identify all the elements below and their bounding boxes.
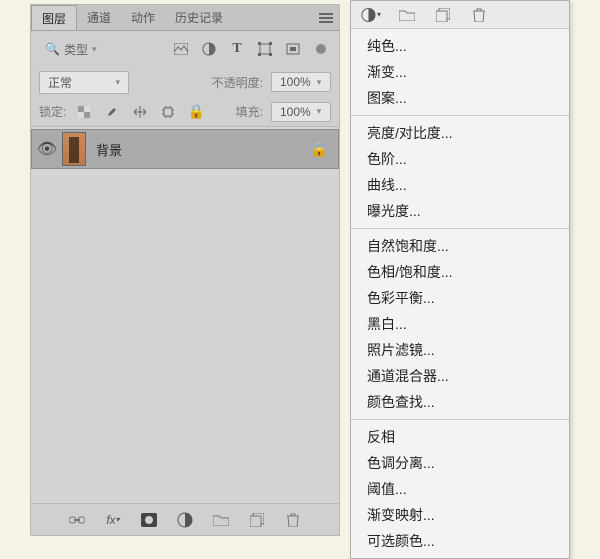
tab-layers[interactable]: 图层 (31, 5, 77, 30)
filter-adjust-icon[interactable] (199, 39, 219, 59)
visibility-toggle[interactable]: 👁 (32, 139, 62, 159)
lock-paint-icon[interactable] (102, 102, 122, 122)
lock-icon: 🔒 (311, 141, 328, 158)
menu-item-gradient[interactable]: 渐变... (351, 59, 569, 85)
filter-shape-icon[interactable] (255, 39, 275, 59)
search-icon: 🔍 (45, 42, 60, 56)
chevron-down-icon: ▾ (317, 77, 322, 88)
new-group-icon[interactable] (397, 5, 417, 25)
new-layer-button[interactable] (246, 510, 268, 530)
filter-type-icon[interactable]: T (227, 39, 247, 59)
tab-channels[interactable]: 通道 (77, 5, 121, 30)
blend-row: 正常 ▾ 不透明度: 100% ▾ (31, 67, 339, 97)
adjustment-icon[interactable]: ▾ (361, 5, 381, 25)
panel-tabs: 图层 通道 动作 历史记录 (31, 5, 339, 31)
chevron-down-icon: ▾ (317, 106, 322, 117)
menu-section: 自然饱和度... 色相/饱和度... 色彩平衡... 黑白... 照片滤镜...… (351, 229, 569, 420)
add-mask-button[interactable] (138, 510, 160, 530)
menu-item-pattern[interactable]: 图案... (351, 85, 569, 111)
menu-item-channel-mixer[interactable]: 通道混合器... (351, 363, 569, 389)
new-group-button[interactable] (210, 510, 232, 530)
menu-section: 纯色... 渐变... 图案... (351, 29, 569, 116)
opacity-input[interactable]: 100% ▾ (271, 72, 331, 92)
lock-row: 锁定: 🔒 填充: 100% ▾ (31, 97, 339, 127)
tab-history[interactable]: 历史记录 (165, 5, 233, 30)
layers-panel: 图层 通道 动作 历史记录 🔍 类型 ▾ T 正常 ▾ 不透明度: 100% (30, 4, 340, 536)
menu-item-levels[interactable]: 色阶... (351, 146, 569, 172)
add-adjustment-button[interactable] (174, 510, 196, 530)
panel-menu-button[interactable] (313, 5, 339, 30)
menu-item-color-balance[interactable]: 色彩平衡... (351, 285, 569, 311)
fill-label: 填充: (236, 103, 263, 120)
new-layer-icon[interactable] (433, 5, 453, 25)
menu-item-gradient-map[interactable]: 渐变映射... (351, 502, 569, 528)
layer-row[interactable]: 👁 背景 🔒 (31, 129, 339, 169)
menu-section: 亮度/对比度... 色阶... 曲线... 曝光度... (351, 116, 569, 229)
fill-input[interactable]: 100% ▾ (271, 102, 331, 122)
menu-item-vibrance[interactable]: 自然饱和度... (351, 233, 569, 259)
menu-item-invert[interactable]: 反相 (351, 424, 569, 450)
fill-value: 100% (280, 105, 311, 119)
layer-thumbnail[interactable] (62, 132, 86, 166)
menu-section: 反相 色调分离... 阈值... 渐变映射... 可选颜色... (351, 420, 569, 558)
lock-artboard-icon[interactable] (158, 102, 178, 122)
adjustment-menu: ▾ 纯色... 渐变... 图案... 亮度/对比度... 色阶... 曲线..… (350, 0, 570, 559)
layer-name[interactable]: 背景 (96, 140, 122, 159)
filter-smart-icon[interactable] (283, 39, 303, 59)
tab-actions[interactable]: 动作 (121, 5, 165, 30)
chevron-down-icon: ▾ (115, 77, 120, 88)
link-layers-button[interactable] (66, 510, 88, 530)
opacity-value: 100% (280, 75, 311, 89)
layer-style-button[interactable]: fx▾ (102, 510, 124, 530)
lock-label: 锁定: (39, 103, 66, 120)
lock-transparency-icon[interactable] (74, 102, 94, 122)
menu-item-posterize[interactable]: 色调分离... (351, 450, 569, 476)
menu-item-black-white[interactable]: 黑白... (351, 311, 569, 337)
eye-icon: 👁 (37, 139, 57, 159)
filter-pixel-icon[interactable] (171, 39, 191, 59)
menu-item-hue-saturation[interactable]: 色相/饱和度... (351, 259, 569, 285)
menu-item-curves[interactable]: 曲线... (351, 172, 569, 198)
menu-item-exposure[interactable]: 曝光度... (351, 198, 569, 224)
opacity-label: 不透明度: (212, 74, 263, 91)
lock-position-icon[interactable] (130, 102, 150, 122)
blend-mode-select[interactable]: 正常 ▾ (39, 71, 129, 94)
lock-all-icon[interactable]: 🔒 (186, 102, 206, 122)
layers-list: 👁 背景 🔒 (31, 127, 339, 503)
menu-head: ▾ (351, 1, 569, 29)
menu-item-color-lookup[interactable]: 颜色查找... (351, 389, 569, 415)
layer-filter-row: 🔍 类型 ▾ T (31, 31, 339, 67)
filter-kind-select[interactable]: 🔍 类型 ▾ (39, 39, 103, 60)
panel-bottom-bar: fx▾ (31, 503, 339, 535)
delete-layer-button[interactable] (282, 510, 304, 530)
filter-toggle[interactable] (311, 39, 331, 59)
filter-kind-label: 类型 (64, 41, 88, 58)
menu-item-selective-color[interactable]: 可选颜色... (351, 528, 569, 554)
chevron-down-icon: ▾ (92, 44, 97, 55)
menu-item-photo-filter[interactable]: 照片滤镜... (351, 337, 569, 363)
delete-icon[interactable] (469, 5, 489, 25)
menu-item-brightness-contrast[interactable]: 亮度/对比度... (351, 120, 569, 146)
menu-item-solid-color[interactable]: 纯色... (351, 33, 569, 59)
menu-item-threshold[interactable]: 阈值... (351, 476, 569, 502)
blend-mode-value: 正常 (48, 74, 72, 91)
